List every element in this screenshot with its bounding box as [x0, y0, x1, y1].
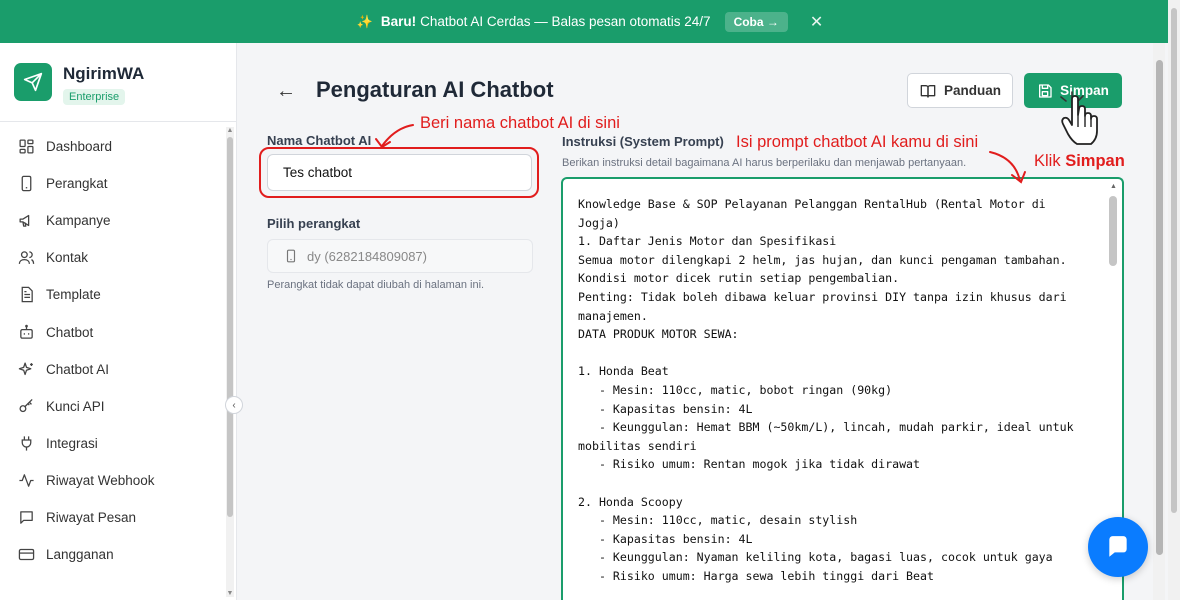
sidebar-item-chatbot-ai[interactable]: Chatbot AI [0, 351, 225, 388]
users-icon [18, 251, 35, 265]
scrollbar-thumb[interactable] [1171, 8, 1177, 513]
page-title: Pengaturan AI Chatbot [316, 77, 554, 102]
phone-icon [286, 249, 296, 263]
page-scrollbar[interactable] [1153, 43, 1165, 600]
sidebar-item-label: Chatbot [46, 324, 94, 340]
sidebar-scrollbar[interactable]: ▲ ▼ [226, 127, 234, 597]
banner-text: Chatbot AI Cerdas — Balas pesan otomatis… [420, 14, 711, 29]
system-prompt-text: Knowledge Base & SOP Pelayanan Pelanggan… [578, 197, 1074, 583]
chat-bubble-icon [1109, 536, 1127, 557]
back-button[interactable]: ← [276, 80, 296, 103]
sparkles-icon: ✨ [356, 13, 373, 29]
key-icon [19, 398, 33, 412]
sidebar-item-label: Chatbot AI [46, 361, 110, 377]
sparkles-icon [18, 362, 33, 375]
sidebar-item-label: Kampanye [46, 213, 111, 229]
annotation-highlight [259, 147, 539, 198]
bot-icon [20, 324, 33, 339]
sidebar-item-label: Template [46, 287, 101, 303]
device-label: Pilih perangkat [267, 216, 361, 231]
annotation-save: Klik Simpan [1034, 152, 1125, 171]
sidebar-item-integrasi[interactable]: Integrasi [0, 425, 225, 462]
browser-scrollbar[interactable] [1168, 0, 1180, 600]
sidebar-item-kampanye[interactable]: Kampanye [0, 202, 225, 239]
promo-banner: ✨ Baru! Chatbot AI Cerdas — Balas pesan … [0, 0, 1180, 43]
guide-button[interactable]: Panduan [907, 73, 1013, 108]
device-value: dy (6282184809087) [307, 248, 427, 264]
brand[interactable]: NgirimWA Enterprise [14, 63, 144, 105]
brand-name: NgirimWA [63, 64, 145, 83]
annotation-prompt: Isi prompt chatbot AI kamu di sini [736, 133, 979, 151]
sidebar-item-kontak[interactable]: Kontak [0, 239, 225, 276]
device-select: dy (6282184809087) [267, 239, 533, 273]
sidebar-nav: Dashboard Perangkat Kampanye Kontak Temp… [0, 128, 225, 573]
scrollbar-thumb[interactable] [1156, 60, 1163, 555]
sidebar-item-dashboard[interactable]: Dashboard [0, 128, 225, 165]
scroll-up-icon[interactable]: ▲ [1110, 183, 1117, 190]
scroll-up-icon[interactable]: ▲ [226, 127, 234, 134]
banner-close-icon[interactable]: ✕ [810, 12, 823, 32]
guide-button-label: Panduan [943, 83, 1001, 98]
megaphone-icon [19, 215, 30, 228]
plug-icon [21, 436, 32, 451]
device-hint: Perangkat tidak dapat diubah di halaman … [267, 279, 485, 291]
chatbot-name-label: Nama Chatbot AI [267, 133, 372, 148]
prompt-label: Instruksi (System Prompt) [562, 134, 724, 149]
activity-icon [19, 474, 34, 487]
paper-plane-icon [14, 63, 52, 101]
sidebar-item-kunci-api[interactable]: Kunci API [0, 388, 225, 425]
sidebar-item-label: Langganan [46, 547, 114, 563]
sidebar-item-template[interactable]: Template [0, 276, 225, 313]
annotation-name: Beri nama chatbot AI di sini [420, 114, 620, 132]
collapse-sidebar-button[interactable]: ‹ [225, 396, 243, 414]
phone-icon [21, 175, 32, 192]
scroll-down-icon[interactable]: ▼ [226, 590, 234, 597]
card-icon [18, 548, 35, 561]
chevron-left-icon: ‹ [232, 399, 236, 411]
scrollbar-thumb[interactable] [227, 137, 233, 517]
live-chat-button[interactable] [1088, 517, 1148, 577]
book-icon [920, 84, 936, 98]
hand-cursor-icon [1061, 95, 1098, 145]
sidebar-item-langganan[interactable]: Langganan [0, 536, 225, 573]
sidebar-item-riwayat-pesan[interactable]: Riwayat Pesan [0, 499, 225, 536]
sidebar-item-label: Kunci API [46, 398, 105, 414]
banner-badge: Baru! [380, 14, 417, 29]
annotation-save-prefix: Klik [1034, 152, 1061, 170]
prompt-hint: Berikan instruksi detail bagaimana AI ha… [562, 157, 967, 169]
sidebar-item-label: Riwayat Webhook [46, 472, 155, 488]
sidebar-item-label: Integrasi [46, 435, 98, 451]
dashboard-icon [19, 139, 34, 154]
sidebar-item-riwayat-webhook[interactable]: Riwayat Webhook [0, 462, 225, 499]
save-icon [1039, 83, 1052, 98]
sidebar-item-label: Dashboard [46, 139, 113, 155]
banner-try-button[interactable]: Coba → [724, 11, 788, 32]
divider [0, 121, 236, 122]
sidebar-item-perangkat[interactable]: Perangkat [0, 165, 225, 202]
sidebar-item-label: Riwayat Pesan [46, 509, 137, 525]
textarea-scrollbar[interactable] [1109, 196, 1117, 266]
sidebar: NgirimWA Enterprise Dashboard Perangkat … [0, 43, 237, 600]
message-icon [20, 511, 33, 524]
annotation-save-bold: Simpan [1065, 152, 1125, 170]
system-prompt-textarea[interactable]: Knowledge Base & SOP Pelayanan Pelanggan… [561, 177, 1124, 600]
sidebar-item-chatbot[interactable]: Chatbot [0, 313, 225, 350]
plan-badge: Enterprise [63, 89, 126, 105]
document-icon [21, 287, 33, 303]
sidebar-item-label: Perangkat [46, 176, 108, 192]
sidebar-item-label: Kontak [46, 250, 89, 266]
